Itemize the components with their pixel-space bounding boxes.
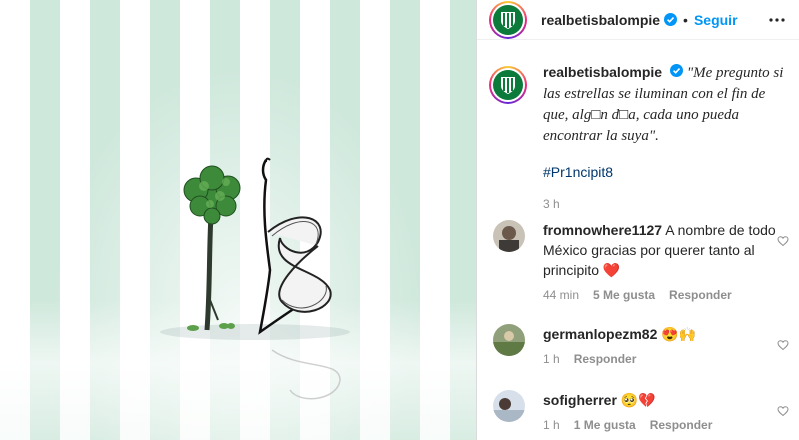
comment-likes[interactable]: 1 Me gusta (574, 418, 636, 432)
principito-artwork (160, 157, 350, 400)
heart-icon[interactable] (777, 338, 789, 356)
comment-likes[interactable]: 5 Me gusta (593, 288, 655, 302)
comment-item: sofigherrer 🥺💔 1 h 1 Me gusta Responder (489, 390, 789, 432)
more-options-icon[interactable] (769, 12, 785, 33)
comment-item: germanlopezm82 😍🙌 1 h Responder (489, 324, 789, 366)
comment-text: 😍🙌 (661, 326, 697, 342)
caption-avatar[interactable] (489, 66, 527, 104)
hashtag-link[interactable]: #Pr1ncipit8 (543, 162, 789, 182)
follow-button[interactable]: Seguir (694, 12, 738, 28)
post-image[interactable] (0, 0, 476, 440)
post-header: realbetisbalompie • Seguir (477, 0, 799, 40)
commenter-avatar[interactable] (493, 324, 525, 356)
caption-time: 3 h (543, 197, 560, 211)
comment-time: 1 h (543, 418, 560, 432)
reply-button[interactable]: Responder (574, 352, 637, 366)
caption-username[interactable]: realbetisbalompie (543, 64, 662, 80)
betis-crest-icon (493, 4, 523, 35)
separator-dot: • (683, 11, 688, 28)
reply-button[interactable]: Responder (650, 418, 713, 432)
reply-button[interactable]: Responder (669, 288, 732, 302)
commenter-avatar[interactable] (493, 220, 525, 252)
comment-time: 1 h (543, 352, 560, 366)
commenter-avatar[interactable] (493, 390, 525, 422)
comment-time: 44 min (543, 288, 580, 302)
comment-item: fromnowhere1127 A nombre de todo México … (489, 220, 789, 302)
comment-username[interactable]: sofigherrer (543, 392, 617, 408)
heart-icon[interactable] (777, 404, 789, 422)
betis-crest-icon (493, 70, 523, 100)
verified-badge-icon (669, 64, 683, 77)
heart-icon[interactable] (777, 234, 789, 252)
author-username[interactable]: realbetisbalompie (541, 12, 660, 28)
comment-username[interactable]: germanlopezm82 (543, 326, 657, 342)
post-caption: realbetisbalompie "Me pregunto si las es… (489, 62, 789, 214)
post-sidebar: realbetisbalompie • Seguir realbetisbalo… (476, 0, 799, 440)
author-avatar[interactable] (489, 0, 527, 39)
comment-text: 🥺💔 (620, 392, 656, 408)
verified-badge-icon (664, 13, 678, 26)
comment-username[interactable]: fromnowhere1127 (543, 222, 662, 238)
